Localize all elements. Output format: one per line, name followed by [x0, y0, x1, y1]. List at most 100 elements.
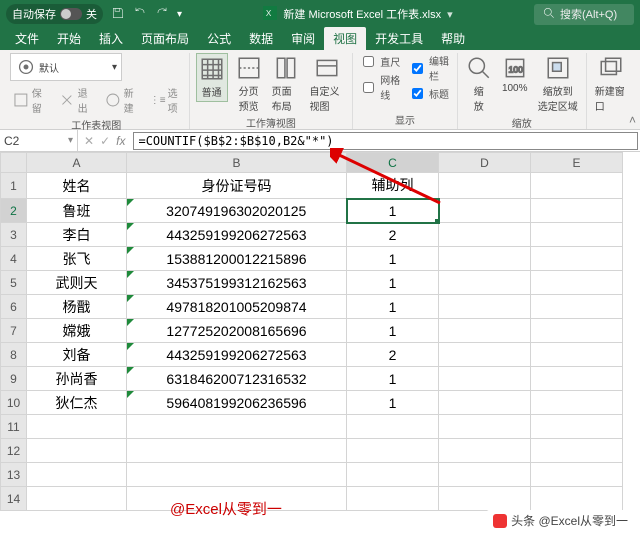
tab-view[interactable]: 视图 — [324, 27, 366, 50]
cell[interactable] — [439, 439, 531, 463]
view-normal[interactable]: 普通 — [196, 53, 228, 102]
cell[interactable] — [439, 367, 531, 391]
row-header[interactable]: 7 — [1, 319, 27, 343]
cell[interactable]: 武则天 — [27, 271, 127, 295]
tab-formulas[interactable]: 公式 — [198, 27, 240, 50]
cell[interactable]: 1 — [347, 367, 439, 391]
enter-icon[interactable]: ✓ — [100, 134, 110, 148]
tab-insert[interactable]: 插入 — [90, 27, 132, 50]
save-icon[interactable] — [111, 6, 125, 23]
cell[interactable] — [439, 391, 531, 415]
view-pagebreak[interactable]: 分页 预览 — [234, 53, 264, 115]
cell[interactable]: 李白 — [27, 223, 127, 247]
cell[interactable] — [127, 415, 347, 439]
cell[interactable]: 1 — [347, 247, 439, 271]
cell[interactable] — [27, 415, 127, 439]
sheetview-default[interactable]: 默认▾ — [10, 53, 122, 81]
namebox-dropdown-icon[interactable]: ▾ — [68, 135, 73, 146]
sheetview-options[interactable]: ⋮≡选项 — [148, 83, 183, 117]
chk-formulabar-box[interactable] — [412, 63, 423, 74]
cell[interactable] — [439, 247, 531, 271]
cell[interactable]: 姓名 — [27, 173, 127, 199]
tab-review[interactable]: 审阅 — [282, 27, 324, 50]
cell[interactable] — [439, 173, 531, 199]
row-header[interactable]: 6 — [1, 295, 27, 319]
autosave-switch[interactable] — [60, 8, 82, 20]
cell[interactable] — [531, 391, 623, 415]
tab-pagelayout[interactable]: 页面布局 — [132, 27, 198, 50]
autosave-toggle[interactable]: 自动保存 关 — [6, 4, 103, 24]
cell[interactable] — [531, 463, 623, 487]
select-all-corner[interactable] — [1, 153, 27, 173]
cell[interactable]: 2 — [347, 343, 439, 367]
cell[interactable]: 1 — [347, 295, 439, 319]
col-header-D[interactable]: D — [439, 153, 531, 173]
cell[interactable]: 1 — [347, 271, 439, 295]
row-header[interactable]: 13 — [1, 463, 27, 487]
row-header[interactable]: 11 — [1, 415, 27, 439]
cell[interactable] — [531, 439, 623, 463]
cell[interactable] — [531, 247, 623, 271]
sheetview-keep[interactable]: 保留 — [10, 83, 50, 117]
cancel-icon[interactable]: ✕ — [84, 134, 94, 148]
undo-icon[interactable] — [133, 6, 147, 23]
chk-ruler[interactable]: 直尺 — [359, 53, 400, 70]
cell[interactable]: 2 — [347, 223, 439, 247]
cell[interactable]: 631846200712316532 — [127, 367, 347, 391]
cell[interactable] — [347, 487, 439, 511]
tab-file[interactable]: 文件 — [6, 27, 48, 50]
row-header[interactable]: 1 — [1, 173, 27, 199]
cell[interactable]: 345375199312162563 — [127, 271, 347, 295]
cell[interactable]: 443259199206272563 — [127, 223, 347, 247]
chk-headings-box[interactable] — [412, 88, 423, 99]
row-header[interactable]: 10 — [1, 391, 27, 415]
zoom-100[interactable]: 100100% — [500, 53, 530, 96]
cell[interactable] — [439, 463, 531, 487]
cell[interactable]: 320749196302020125 — [127, 199, 347, 223]
view-pagelayout[interactable]: 页面布局 — [270, 53, 302, 115]
redo-icon[interactable] — [155, 6, 169, 23]
cell[interactable]: 153881200012215896 — [127, 247, 347, 271]
sheetview-exit[interactable]: 退出 — [56, 83, 96, 117]
cell[interactable]: 身份证号码 — [127, 173, 347, 199]
worksheet-grid[interactable]: A B C D E 1 姓名 身份证号码 辅助列 2鲁班320749196302… — [0, 152, 640, 511]
new-window[interactable]: 新建窗口 — [593, 53, 630, 115]
row-header[interactable]: 4 — [1, 247, 27, 271]
cell[interactable] — [27, 487, 127, 511]
cell[interactable] — [531, 271, 623, 295]
cell[interactable] — [439, 223, 531, 247]
cell[interactable] — [27, 463, 127, 487]
zoom-selection[interactable]: 缩放到 选定区域 — [536, 53, 580, 115]
cell[interactable] — [127, 439, 347, 463]
cell[interactable]: 狄仁杰 — [27, 391, 127, 415]
chk-formulabar[interactable]: 编辑栏 — [408, 53, 451, 83]
cell[interactable] — [439, 199, 531, 223]
cell[interactable]: 1 — [347, 199, 439, 223]
cell[interactable]: 孙尚香 — [27, 367, 127, 391]
fx-icon[interactable]: fx — [116, 134, 125, 148]
row-header[interactable]: 5 — [1, 271, 27, 295]
filename-dropdown-icon[interactable]: ▾ — [447, 8, 453, 21]
search-box[interactable]: 搜索(Alt+Q) — [534, 4, 634, 25]
cell[interactable]: 443259199206272563 — [127, 343, 347, 367]
cell[interactable] — [439, 295, 531, 319]
view-custom[interactable]: 自定义视图 — [307, 53, 346, 115]
cell[interactable]: 127725202008165696 — [127, 319, 347, 343]
row-header[interactable]: 9 — [1, 367, 27, 391]
cell[interactable] — [27, 439, 127, 463]
cell[interactable] — [531, 415, 623, 439]
tab-home[interactable]: 开始 — [48, 27, 90, 50]
cell[interactable]: 1 — [347, 391, 439, 415]
cell[interactable] — [531, 319, 623, 343]
cell[interactable]: 张飞 — [27, 247, 127, 271]
cell[interactable] — [531, 367, 623, 391]
cell[interactable] — [439, 343, 531, 367]
col-header-A[interactable]: A — [27, 153, 127, 173]
cell[interactable]: 497818201005209874 — [127, 295, 347, 319]
cell[interactable] — [531, 173, 623, 199]
cell[interactable] — [127, 463, 347, 487]
chk-gridlines-box[interactable] — [363, 82, 374, 93]
cell[interactable]: 鲁班 — [27, 199, 127, 223]
tab-data[interactable]: 数据 — [240, 27, 282, 50]
zoom-button[interactable]: 缩 放 — [464, 53, 494, 115]
